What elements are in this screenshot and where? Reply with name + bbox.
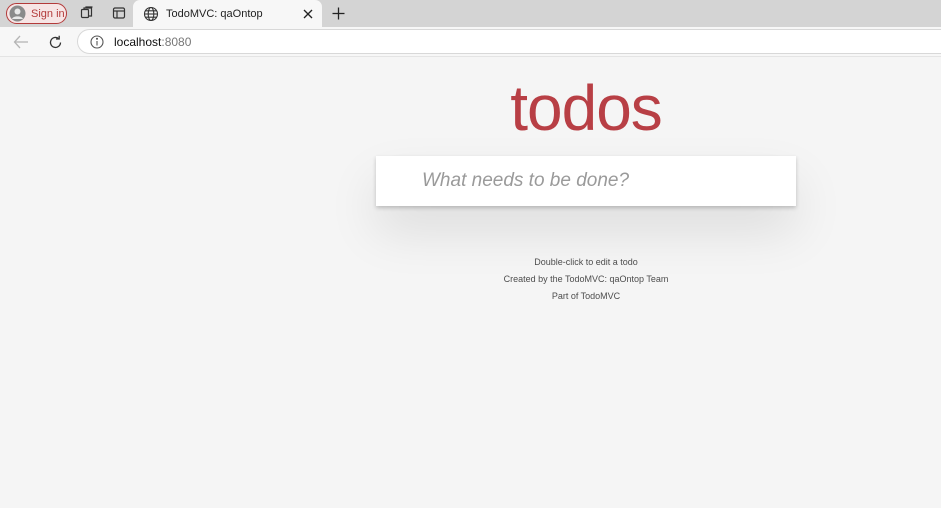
reload-button[interactable] — [44, 31, 66, 53]
person-icon — [9, 5, 26, 22]
tab-actions-icon — [112, 6, 126, 20]
back-button[interactable] — [10, 31, 32, 53]
page-content: todos Double-click to edit a todo Create… — [0, 58, 941, 508]
active-tab[interactable]: TodoMVC: qaOntop — [133, 0, 322, 27]
new-todo-input[interactable] — [376, 156, 796, 206]
url-text[interactable]: localhost:8080 — [114, 35, 191, 49]
address-bar[interactable]: localhost:8080 — [77, 29, 941, 54]
url-host: localhost — [114, 34, 162, 49]
tab-actions-button[interactable] — [108, 3, 130, 23]
new-tab-button[interactable] — [328, 3, 348, 23]
sign-in-label: Sign in — [31, 7, 65, 20]
workspaces-button[interactable] — [76, 3, 98, 23]
footer-part-of: Part of TodoMVC — [551, 291, 621, 301]
url-port: :8080 — [161, 34, 192, 49]
tab-strip: Sign in TodoMVC: qaOntop — [0, 0, 941, 27]
footer-edit-hint: Double-click to edit a todo — [534, 257, 638, 267]
info-footer: Double-click to edit a todo Created by t… — [376, 254, 796, 305]
info-icon[interactable] — [90, 34, 104, 49]
plus-icon — [332, 7, 345, 20]
app-title: todos — [510, 72, 663, 144]
footer-credits: Created by the TodoMVC: qaOntop Team — [503, 274, 669, 284]
workspaces-icon — [80, 6, 94, 20]
globe-icon — [143, 6, 159, 22]
arrow-left-icon — [13, 35, 29, 49]
close-icon[interactable] — [300, 6, 316, 22]
browser-toolbar: localhost:8080 — [0, 27, 941, 57]
reload-icon — [48, 35, 63, 50]
sign-in-button[interactable]: Sign in — [6, 3, 67, 24]
tab-title: TodoMVC: qaOntop — [166, 7, 263, 20]
